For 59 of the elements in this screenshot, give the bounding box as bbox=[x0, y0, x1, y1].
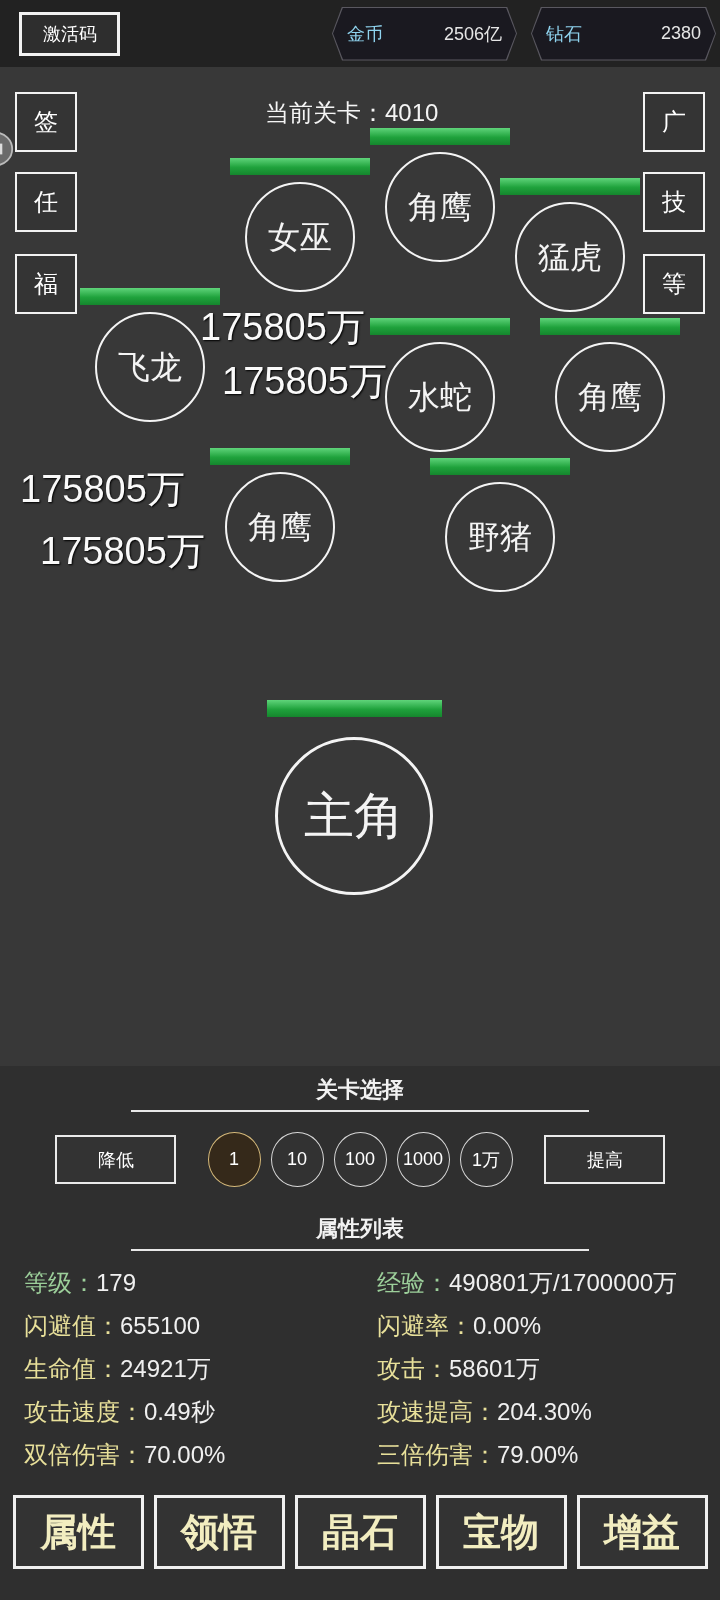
attribute-label: 闪避值： bbox=[24, 1311, 120, 1341]
currency-name: 钻石 bbox=[546, 22, 582, 46]
side-button[interactable]: 签 bbox=[15, 92, 77, 152]
tab-button[interactable]: 宝物 bbox=[435, 1495, 567, 1569]
attribute-value: 0.00% bbox=[473, 1312, 542, 1340]
monster-name: 水蛇 bbox=[407, 378, 473, 417]
attribute-value: 179 bbox=[96, 1269, 137, 1297]
attribute-label: 生命值： bbox=[24, 1354, 120, 1384]
tab-button[interactable]: 属性 bbox=[12, 1495, 144, 1569]
damage-number: 175805万 bbox=[200, 305, 365, 349]
currency-amount: 2506亿 bbox=[443, 22, 502, 46]
monster-name: 野猪 bbox=[467, 518, 533, 557]
monster-name: 飞龙 bbox=[117, 348, 183, 387]
damage-number: 175805万 bbox=[40, 529, 205, 573]
activation-code-button[interactable]: 激活码 bbox=[19, 11, 120, 56]
side-button[interactable]: 福 bbox=[15, 254, 77, 314]
attribute-label: 攻击： bbox=[377, 1354, 449, 1384]
attribute-label: 攻速提高： bbox=[377, 1397, 497, 1427]
side-button[interactable]: 广 bbox=[643, 92, 705, 152]
currency-name: 金币 bbox=[347, 22, 383, 46]
attribute-value: 58601万 bbox=[449, 1354, 540, 1384]
attribute-label: 双倍伤害： bbox=[24, 1440, 144, 1470]
increase-button[interactable]: 提高 bbox=[544, 1135, 665, 1184]
attribute-value: 70.00% bbox=[144, 1441, 226, 1469]
damage-number: 175805万 bbox=[222, 359, 387, 403]
tab-button[interactable]: 领悟 bbox=[153, 1495, 285, 1569]
monster-name: 角鹰 bbox=[577, 378, 643, 417]
attribute-label: 等级： bbox=[24, 1268, 96, 1298]
step-button[interactable]: 10 bbox=[270, 1132, 324, 1187]
section-title: 属性列表 bbox=[316, 1215, 404, 1243]
attribute-value: 0.49秒 bbox=[144, 1397, 215, 1427]
tab-button[interactable]: 晶石 bbox=[294, 1495, 426, 1569]
attribute-label: 攻击速度： bbox=[24, 1397, 144, 1427]
monster-name: 猛虎 bbox=[537, 238, 603, 277]
attribute-label: 闪避率： bbox=[377, 1311, 473, 1341]
attribute-value: 24921万 bbox=[120, 1354, 211, 1384]
attribute-label: 三倍伤害： bbox=[377, 1440, 497, 1470]
hero-name: 主角 bbox=[303, 787, 405, 845]
monster-name: 角鹰 bbox=[247, 508, 313, 547]
step-button[interactable]: 1 bbox=[207, 1132, 261, 1187]
currency-amount: 2380 bbox=[660, 23, 701, 44]
current-stage-label: 当前关卡：4010 bbox=[265, 98, 439, 128]
attribute-value: 79.00% bbox=[497, 1441, 579, 1469]
decrease-button[interactable]: 降低 bbox=[55, 1135, 176, 1184]
monster-name: 女巫 bbox=[267, 218, 333, 257]
step-button[interactable]: 1万 bbox=[459, 1132, 513, 1187]
tab-button[interactable]: 增益 bbox=[576, 1495, 708, 1569]
section-title: 关卡选择 bbox=[316, 1076, 404, 1104]
side-button[interactable]: 任 bbox=[15, 172, 77, 232]
attribute-value: 490801万/1700000万 bbox=[449, 1268, 678, 1298]
attribute-label: 经验： bbox=[377, 1268, 449, 1298]
step-button[interactable]: 1000 bbox=[396, 1132, 450, 1187]
attribute-value: 655100 bbox=[120, 1312, 201, 1340]
step-button[interactable]: 100 bbox=[333, 1132, 387, 1187]
side-button[interactable]: 技 bbox=[643, 172, 705, 232]
attribute-value: 204.30% bbox=[497, 1398, 592, 1426]
side-button[interactable]: 等 bbox=[643, 254, 705, 314]
monster-name: 角鹰 bbox=[407, 188, 473, 227]
damage-number: 175805万 bbox=[20, 467, 185, 511]
